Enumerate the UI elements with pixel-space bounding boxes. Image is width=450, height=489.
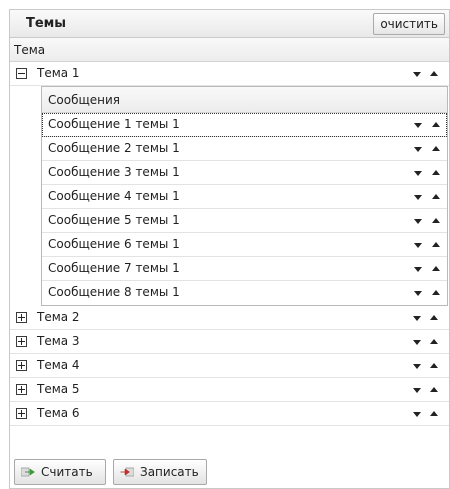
topic-row[interactable]: Тема 1: [10, 62, 449, 86]
expand-icon[interactable]: [16, 384, 27, 395]
message-row[interactable]: Сообщение 3 темы 1: [42, 161, 447, 185]
arrow-up-icon[interactable]: [432, 242, 440, 247]
arrow-up-icon[interactable]: [430, 363, 438, 368]
expand-icon[interactable]: [16, 336, 27, 347]
message-row[interactable]: Сообщение 8 темы 1: [42, 281, 447, 305]
topic-label: Тема 2: [37, 310, 80, 324]
message-label: Сообщение 1 темы 1: [48, 117, 180, 131]
column-header-topic[interactable]: Тема: [10, 38, 449, 62]
message-row[interactable]: Сообщение 2 темы 1: [42, 137, 447, 161]
arrow-down-icon[interactable]: [413, 316, 421, 321]
arrow-down-icon[interactable]: [414, 123, 422, 128]
green-arrow-icon: [21, 467, 35, 477]
topic-label: Тема 5: [37, 382, 80, 396]
message-row[interactable]: Сообщение 7 темы 1: [42, 257, 447, 281]
message-label: Сообщение 5 темы 1: [48, 213, 180, 227]
message-row[interactable]: Сообщение 6 темы 1: [42, 233, 447, 257]
arrow-down-icon[interactable]: [414, 219, 422, 224]
write-button-label: Записать: [140, 465, 199, 479]
arrow-up-icon[interactable]: [432, 146, 440, 151]
arrow-down-icon[interactable]: [414, 171, 422, 176]
column-header-messages[interactable]: Сообщения: [42, 87, 447, 113]
clear-button[interactable]: очистить: [373, 13, 445, 35]
arrow-down-icon[interactable]: [414, 243, 422, 248]
expand-icon[interactable]: [16, 360, 27, 371]
arrow-up-icon[interactable]: [432, 218, 440, 223]
arrow-down-icon[interactable]: [413, 340, 421, 345]
arrow-down-icon[interactable]: [414, 147, 422, 152]
panel-header: Темы очистить: [10, 10, 449, 38]
message-row[interactable]: Сообщение 5 темы 1: [42, 209, 447, 233]
arrow-up-icon[interactable]: [432, 170, 440, 175]
topics-panel: Темы очистить Тема Тема 1 Сообщения Сооб…: [9, 9, 450, 489]
topic-row[interactable]: Тема 5: [10, 378, 449, 402]
arrow-up-icon[interactable]: [432, 290, 440, 295]
arrow-up-icon[interactable]: [430, 411, 438, 416]
arrow-up-icon[interactable]: [430, 315, 438, 320]
read-button[interactable]: Считать: [14, 459, 106, 485]
arrow-up-icon[interactable]: [430, 387, 438, 392]
arrow-up-icon[interactable]: [432, 122, 440, 127]
topic-row[interactable]: Тема 2: [10, 306, 449, 330]
message-row[interactable]: Сообщение 1 темы 1: [42, 113, 447, 137]
arrow-down-icon[interactable]: [413, 412, 421, 417]
arrow-up-icon[interactable]: [430, 339, 438, 344]
topic-label: Тема 6: [37, 406, 80, 420]
topic-label: Тема 1: [37, 66, 80, 80]
arrow-down-icon[interactable]: [413, 72, 421, 77]
collapse-icon[interactable]: [16, 68, 27, 79]
topic-label: Тема 4: [37, 358, 80, 372]
message-row[interactable]: Сообщение 4 темы 1: [42, 185, 447, 209]
red-arrow-icon: [120, 467, 134, 477]
arrow-down-icon[interactable]: [414, 195, 422, 200]
message-label: Сообщение 6 темы 1: [48, 237, 180, 251]
messages-detail-grid: Сообщения Сообщение 1 темы 1 Сообщение 2…: [41, 86, 448, 306]
arrow-down-icon[interactable]: [413, 364, 421, 369]
arrow-up-icon[interactable]: [432, 266, 440, 271]
expand-icon[interactable]: [16, 312, 27, 323]
topic-row[interactable]: Тема 4: [10, 354, 449, 378]
expand-icon[interactable]: [16, 408, 27, 419]
topic-label: Тема 3: [37, 334, 80, 348]
arrow-up-icon[interactable]: [432, 194, 440, 199]
write-button[interactable]: Записать: [113, 459, 207, 485]
arrow-up-icon[interactable]: [430, 71, 438, 76]
read-button-label: Считать: [41, 465, 93, 479]
message-label: Сообщение 7 темы 1: [48, 261, 180, 275]
panel-title: Темы: [26, 16, 67, 31]
topic-row[interactable]: Тема 3: [10, 330, 449, 354]
message-label: Сообщение 8 темы 1: [48, 285, 180, 299]
message-label: Сообщение 4 темы 1: [48, 189, 180, 203]
arrow-down-icon[interactable]: [414, 291, 422, 296]
message-label: Сообщение 2 темы 1: [48, 141, 180, 155]
message-label: Сообщение 3 темы 1: [48, 165, 180, 179]
arrow-down-icon[interactable]: [413, 388, 421, 393]
topic-row[interactable]: Тема 6: [10, 402, 449, 426]
arrow-down-icon[interactable]: [414, 267, 422, 272]
